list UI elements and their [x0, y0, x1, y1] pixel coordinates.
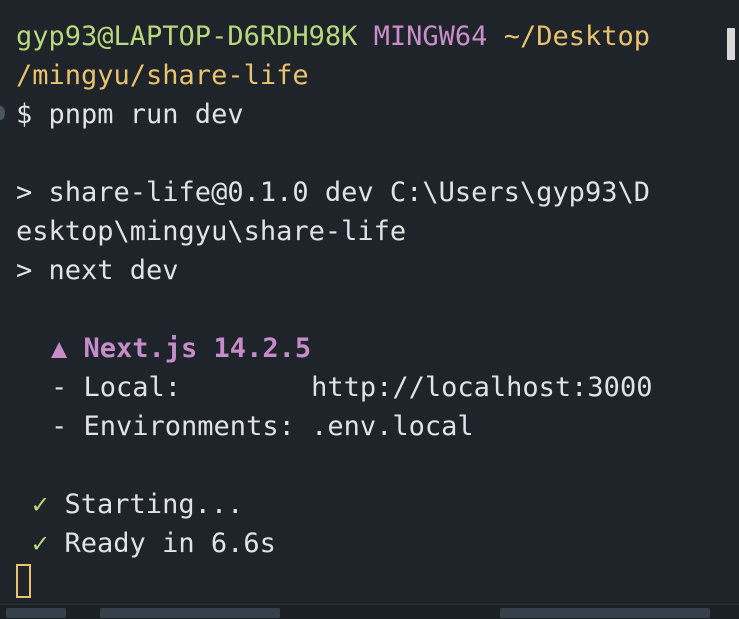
- prompt-path-continued: /mingyu/share-life: [16, 60, 309, 91]
- status-item: [500, 608, 710, 618]
- status-item: [6, 608, 66, 618]
- script-line-3: > next dev: [16, 255, 179, 286]
- next-banner: ▲ Next.js 14.2.5: [51, 333, 312, 364]
- terminal-window[interactable]: gyp93@LAPTOP-D6RDH98K MINGW64 ~/Desktop …: [0, 0, 739, 619]
- starting-text: Starting...: [64, 489, 244, 520]
- local-url-line: - Local: http://localhost:3000: [51, 372, 653, 403]
- check-icon: ✓: [32, 528, 49, 559]
- ready-text: Ready in 6.6s: [64, 528, 276, 559]
- prompt-line: gyp93@LAPTOP-D6RDH98K MINGW64 ~/Desktop: [16, 17, 650, 56]
- command-line: $ pnpm run dev: [16, 99, 244, 130]
- env-line: - Environments: .env.local: [51, 411, 474, 442]
- script-line-2: esktop\mingyu\share-life: [16, 216, 407, 247]
- prompt-user-host: gyp93@LAPTOP-D6RDH98K: [16, 21, 358, 52]
- starting-line: ✓ Starting...: [32, 485, 243, 524]
- prompt-path: ~/Desktop: [503, 21, 651, 52]
- check-icon: ✓: [32, 489, 49, 520]
- terminal-cursor: [16, 564, 31, 598]
- prompt-shell: MINGW64: [373, 21, 488, 52]
- prompt-marker-icon: [0, 106, 5, 120]
- status-item: [100, 608, 280, 618]
- status-bar: [0, 604, 739, 619]
- scrollbar-thumb[interactable]: [727, 28, 735, 60]
- script-line-1: > share-life@0.1.0 dev C:\Users\gyp93\D: [16, 177, 650, 208]
- ready-line: ✓ Ready in 6.6s: [32, 524, 276, 563]
